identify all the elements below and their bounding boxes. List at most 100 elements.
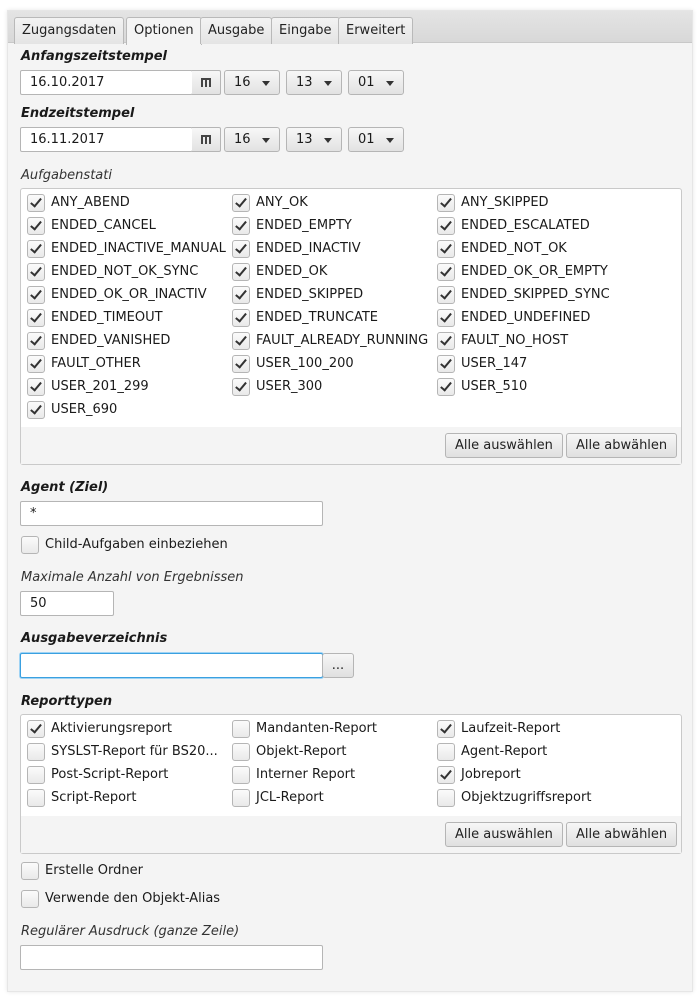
tab-zugangsdaten[interactable]: Zugangsdaten — [14, 17, 125, 44]
report-type-item-label: SYSLST-Report für BS20... — [51, 744, 218, 759]
start-second-select[interactable]: 01 — [348, 70, 404, 95]
end-minute-select[interactable]: 13 — [286, 127, 342, 152]
checkmark-icon — [440, 721, 452, 734]
task-status-item-label: ENDED_SKIPPED_SYNC — [461, 287, 610, 302]
start-calendar-button[interactable] — [192, 70, 221, 95]
checkmark-icon — [30, 721, 42, 734]
checkmark-icon — [235, 218, 247, 231]
checkbox-box — [232, 743, 250, 761]
report-type-item-label: Objektzugriffsreport — [461, 790, 592, 805]
checkbox-box — [437, 286, 455, 304]
checkbox-box — [232, 720, 250, 738]
end-calendar-button[interactable] — [192, 127, 221, 152]
report-type-item-label: Mandanten-Report — [256, 721, 377, 736]
checkbox-box — [437, 309, 455, 327]
options-window: Zugangsdaten Optionen Ausgabe Eingabe Er… — [7, 10, 693, 992]
task-status-item-label: USER_300 — [256, 379, 323, 394]
report-types-deselect-all-button[interactable]: Alle abwählen — [566, 822, 678, 847]
end-minute-value: 13 — [296, 132, 313, 147]
checkbox-box — [437, 194, 455, 212]
checkmark-icon — [440, 241, 452, 254]
checkbox-box — [232, 309, 250, 327]
start-date-field[interactable]: 16.10.2017 — [20, 70, 193, 95]
report-type-item-label: Agent-Report — [461, 744, 548, 759]
checkbox-box — [437, 332, 455, 350]
checkmark-icon — [440, 310, 452, 323]
task-status-item-label: ENDED_SKIPPED — [256, 287, 364, 302]
task-status-item-label: ENDED_OK_OR_EMPTY — [461, 264, 608, 279]
end-second-select[interactable]: 01 — [348, 127, 404, 152]
checkmark-icon — [30, 333, 42, 346]
task-status-item-label: USER_201_299 — [51, 379, 149, 394]
task-status-item-label: FAULT_ALREADY_RUNNING — [256, 333, 429, 348]
browse-button[interactable]: ... — [322, 653, 354, 678]
checkbox-box — [232, 217, 250, 235]
task-status-item-label: ANY_ABEND — [51, 195, 130, 210]
output-dir-input[interactable] — [20, 653, 323, 678]
task-status-item-label: ENDED_VANISHED — [51, 333, 171, 348]
checkbox-box — [21, 862, 39, 880]
task-status-item-label: ENDED_UNDEFINED — [461, 310, 591, 325]
report-type-item-label: JCL-Report — [256, 790, 324, 805]
calendar-icon — [201, 135, 211, 144]
checkmark-icon — [235, 287, 247, 300]
checkmark-icon — [235, 379, 247, 392]
checkbox-box — [27, 720, 45, 738]
report-type-item-label: Objekt-Report — [256, 744, 347, 759]
checkbox-box — [27, 194, 45, 212]
task-status-item-label: ENDED_NOT_OK_SYNC — [51, 264, 199, 279]
checkbox-box — [437, 240, 455, 258]
task-status-item-label: ENDED_INACTIV — [256, 241, 361, 256]
task-status-item-label: ENDED_TRUNCATE — [256, 310, 379, 325]
regex-label: Regulärer Ausdruck (ganze Zeile) — [21, 924, 240, 939]
child-tasks-label: Child-Aufgaben einbeziehen — [45, 537, 228, 552]
agent-input[interactable]: * — [20, 501, 323, 526]
task-status-item-label: FAULT_NO_HOST — [461, 333, 569, 348]
checkbox-box — [232, 355, 250, 373]
checkbox-box — [21, 536, 39, 554]
tab-ausgabe[interactable]: Ausgabe — [200, 17, 273, 44]
end-date-field[interactable]: 16.11.2017 — [20, 127, 193, 152]
create-folder-label: Erstelle Ordner — [45, 863, 143, 878]
end-hour-value: 16 — [234, 132, 251, 147]
checkmark-icon — [440, 379, 452, 392]
chevron-down-icon — [262, 138, 270, 143]
task-status-item-label: ENDED_NOT_OK — [461, 241, 567, 256]
start-hour-select[interactable]: 16 — [224, 70, 280, 95]
checkbox-box — [27, 309, 45, 327]
report-type-item-label: Jobreport — [461, 767, 521, 782]
tab-optionen[interactable]: Optionen — [126, 17, 202, 45]
task-status-item-label: ANY_OK — [256, 195, 308, 210]
checkbox-box — [27, 286, 45, 304]
checkmark-icon — [30, 264, 42, 277]
checkbox-box — [437, 378, 455, 396]
max-results-input[interactable]: 50 — [20, 591, 114, 616]
task-status-select-all-button[interactable]: Alle auswählen — [445, 433, 563, 458]
checkmark-icon — [30, 379, 42, 392]
checkbox-box — [27, 240, 45, 258]
checkbox-box — [437, 766, 455, 784]
checkbox-box — [437, 789, 455, 807]
report-types-select-all-button[interactable]: Alle auswählen — [445, 822, 563, 847]
chevron-down-icon — [262, 81, 270, 86]
report-types-panel: Alle auswählen Alle abwählen Aktivierung… — [20, 714, 682, 854]
tab-eingabe[interactable]: Eingabe — [271, 17, 340, 44]
checkmark-icon — [440, 356, 452, 369]
checkbox-box — [232, 263, 250, 281]
start-minute-value: 13 — [296, 75, 313, 90]
checkbox-box — [232, 240, 250, 258]
end-hour-select[interactable]: 16 — [224, 127, 280, 152]
start-hour-value: 16 — [234, 75, 251, 90]
task-status-deselect-all-button[interactable]: Alle abwählen — [566, 433, 678, 458]
task-status-item-label: ENDED_INACTIVE_MANUAL — [51, 241, 226, 256]
chevron-down-icon — [324, 138, 332, 143]
checkmark-icon — [30, 287, 42, 300]
checkmark-icon — [235, 356, 247, 369]
tab-erweitert[interactable]: Erweitert — [338, 17, 414, 44]
checkbox-box — [21, 890, 39, 908]
task-status-item-label: ENDED_TIMEOUT — [51, 310, 163, 325]
checkbox-box — [437, 743, 455, 761]
start-second-value: 01 — [358, 75, 375, 90]
regex-input[interactable] — [20, 945, 323, 970]
start-minute-select[interactable]: 13 — [286, 70, 342, 95]
